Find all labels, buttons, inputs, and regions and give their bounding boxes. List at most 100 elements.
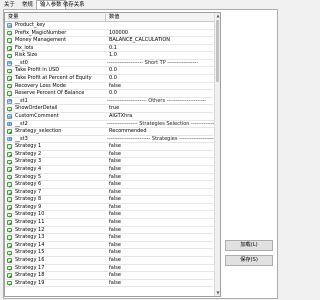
parameter-value[interactable]: false (109, 181, 121, 188)
parameter-value[interactable]: false (109, 234, 121, 241)
parameter-row[interactable]: Risk Size 1.0 (5, 52, 214, 60)
parameter-row[interactable]: Strategy 4 false (5, 166, 214, 174)
parameter-value[interactable]: 0.0 (109, 67, 117, 74)
parameter-row[interactable]: Product_key (5, 22, 214, 30)
parameter-row[interactable]: Take Profit at Percent of Equity 0.0 (5, 75, 214, 83)
numeric-type-icon (7, 205, 12, 210)
parameter-row[interactable]: Strategy 8 false (5, 196, 214, 204)
parameter-row[interactable]: Strategy 17 false (5, 265, 214, 273)
numeric-type-icon (7, 91, 12, 96)
parameter-row[interactable]: Fix_lots 0.1 (5, 45, 214, 53)
header-variable[interactable]: 变量 (8, 13, 18, 22)
parameter-value[interactable]: false (109, 204, 121, 211)
tab-dependencies[interactable]: 依存关系 (60, 1, 88, 9)
parameter-value[interactable]: false (109, 166, 121, 173)
header-value[interactable]: 数值 (109, 13, 119, 22)
parameter-row[interactable]: Strategy 1 false (5, 143, 214, 151)
parameter-value[interactable]: ---------------------- Others ----------… (107, 98, 206, 105)
parameter-row[interactable]: Take Profit in USD 0.0 (5, 67, 214, 76)
parameter-value[interactable]: false (109, 242, 121, 249)
parameter-row[interactable]: __st2 ----------------- Strategies Select… (5, 121, 220, 129)
parameter-row[interactable]: CustomComment AIGTXhra (5, 113, 214, 121)
scrollbar-thumb[interactable] (216, 20, 219, 82)
parameter-value[interactable]: false (109, 196, 121, 203)
parameter-value[interactable]: false (109, 257, 121, 264)
parameter-value[interactable]: false (109, 174, 121, 181)
parameter-value[interactable]: ------------------------ Strategies ----… (107, 136, 217, 143)
vertical-scrollbar[interactable]: ▲ ▼ (214, 13, 220, 296)
numeric-type-icon (7, 152, 12, 157)
parameter-value[interactable]: false (109, 249, 121, 256)
parameter-value[interactable]: BALANCE_CALCULATION (109, 37, 170, 44)
parameter-value[interactable]: false (109, 280, 121, 287)
parameter-value[interactable]: 100000 (109, 30, 128, 37)
parameter-row[interactable]: Reserve Percent Of Balance 0.0 (5, 90, 214, 98)
parameter-value[interactable]: ----------------- Strategies Selection -… (107, 121, 220, 128)
parameter-row[interactable]: Prefix_MagicNumber 100000 (5, 30, 214, 38)
parameter-name: Strategy 1 (15, 143, 42, 150)
parameter-value[interactable]: true (109, 105, 119, 112)
parameter-name: Prefix_MagicNumber (15, 29, 67, 36)
tab-common[interactable]: 常规 (19, 1, 36, 9)
parameter-value[interactable]: false (109, 189, 121, 196)
parameter-name: Reserve Percent Of Balance (15, 90, 85, 97)
parameter-row[interactable]: __st3 ------------------------ Strategies… (5, 136, 217, 144)
numeric-type-icon (7, 273, 12, 278)
parameter-row[interactable]: __st1 ---------------------- Others -----… (5, 98, 214, 106)
parameter-name: Take Profit at Percent of Equity (15, 75, 92, 82)
scroll-up-arrow-icon[interactable]: ▲ (215, 13, 220, 19)
parameter-row[interactable]: Strategy 7 false (5, 189, 214, 197)
parameter-row[interactable]: Strategy 3 false (5, 158, 214, 166)
numeric-type-icon (7, 182, 12, 187)
scroll-down-arrow-icon[interactable]: ▼ (215, 290, 220, 296)
parameter-row[interactable]: Strategy 2 false (5, 151, 214, 159)
column-divider[interactable] (105, 14, 106, 21)
parameter-row[interactable]: Strategy 6 false (5, 181, 214, 189)
parameter-row[interactable]: Money Management BALANCE_CALCULATION (5, 37, 214, 45)
parameter-value[interactable]: -------------------- Short TP ----------… (107, 60, 198, 67)
parameter-value[interactable]: AIGTXhra (109, 113, 132, 120)
numeric-type-icon (7, 242, 12, 248)
parameter-value[interactable]: 0.1 (109, 45, 117, 52)
parameter-row[interactable]: Strategy 13 false (5, 234, 214, 242)
parameter-row[interactable]: ShowOrderDetail true (5, 105, 214, 113)
numeric-type-icon (7, 53, 12, 59)
parameter-row[interactable]: Strategy 18 false (5, 272, 214, 280)
parameter-value[interactable]: false (109, 143, 121, 150)
parameter-row[interactable]: Recovery Loss Mode false (5, 83, 214, 91)
parameter-row[interactable]: Strategy 16 false (5, 257, 214, 265)
parameter-row[interactable]: Strategy 5 false (5, 174, 214, 182)
parameter-row[interactable]: Strategy 9 false (5, 204, 214, 212)
parameter-row[interactable]: Strategy 12 false (5, 227, 214, 235)
parameter-value[interactable]: false (109, 219, 121, 226)
parameter-name: Strategy 3 (15, 158, 42, 165)
numeric-type-icon (7, 197, 12, 203)
string-type-icon (7, 61, 12, 67)
parameter-value[interactable]: Recommended (109, 128, 147, 135)
save-button[interactable]: 保存(S) (225, 255, 273, 266)
parameter-value[interactable]: 0.0 (109, 75, 117, 82)
parameter-value[interactable]: false (109, 83, 121, 90)
parameter-value[interactable]: false (109, 158, 121, 165)
parameter-row[interactable]: Strategy_selection Recommended (5, 128, 214, 136)
parameter-value[interactable]: 1.0 (109, 52, 117, 59)
parameter-row[interactable]: Strategy 14 false (5, 242, 214, 250)
parameter-value[interactable]: false (109, 211, 121, 218)
parameter-value[interactable]: false (109, 227, 121, 234)
parameter-value[interactable]: false (109, 272, 121, 279)
tab-about[interactable]: 关于 (1, 1, 18, 9)
parameter-row[interactable]: Strategy 11 false (5, 219, 214, 227)
parameter-name: Take Profit in USD (15, 67, 60, 74)
parameter-value[interactable]: false (109, 151, 121, 158)
parameter-row[interactable]: Strategy 15 false (5, 249, 214, 257)
parameter-name: Strategy 13 (15, 234, 45, 241)
numeric-type-icon (7, 258, 12, 263)
parameter-row[interactable]: __st0 -------------------- Short TP -----… (5, 60, 214, 68)
numeric-type-icon (7, 30, 12, 36)
parameter-value[interactable]: false (109, 265, 121, 272)
parameter-name: Strategy 5 (15, 173, 42, 180)
parameter-value[interactable]: 0.0 (109, 90, 117, 97)
load-button[interactable]: 加载(L) (225, 240, 273, 251)
parameter-row[interactable]: Strategy 10 false (5, 211, 214, 220)
parameter-row[interactable]: Strategy 19 false (5, 280, 214, 288)
